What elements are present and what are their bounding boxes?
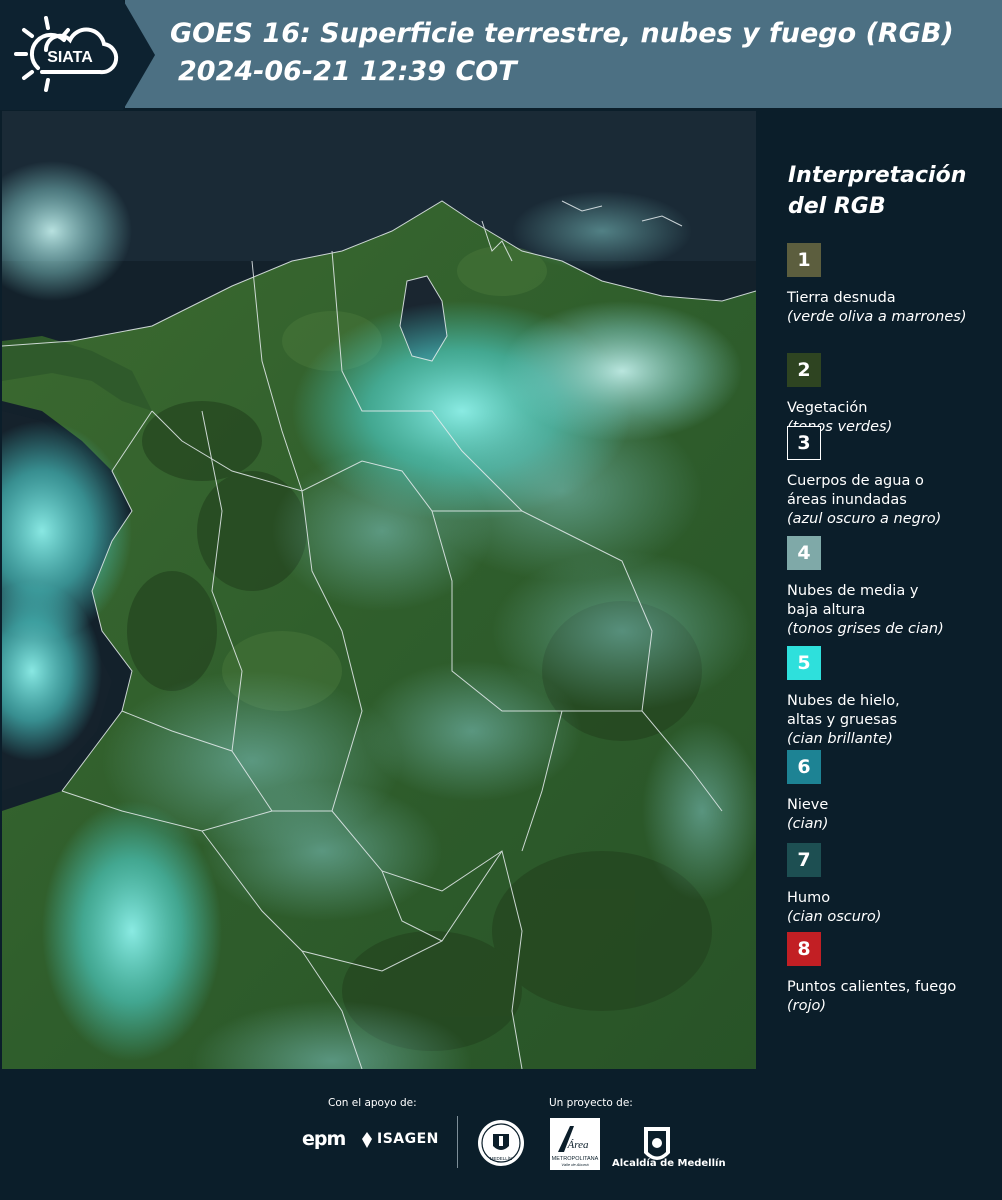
legend-swatch: 7 [787,843,821,877]
amva-logo-tagline: Valle de Aburrá [561,1162,589,1167]
legend-swatch: 4 [787,536,821,570]
legend-description: (cian) [787,816,829,832]
legend-label: Puntos calientes, fuego [787,979,957,995]
page-title: GOES 16: Superficie terrestre, nubes y f… [170,18,954,49]
legend-description: (verde oliva a marrones) [787,309,967,325]
legend-swatch: 1 [787,243,821,277]
legend-title: Interpretación del RGB [788,163,967,219]
siata-logo-text: SIATA [47,49,93,66]
footer-divider [457,1116,458,1168]
legend-swatch: 2 [787,353,821,387]
legend-item-7: 7 Humo (cian oscuro) [787,843,1002,927]
legend-item-8: 8 Puntos calientes, fuego (rojo) [787,932,1002,1016]
legend-description: (cian brillante) [787,731,893,747]
support-caption: Con el apoyo de: [328,1097,417,1109]
legend-label: Humo [787,890,831,906]
satellite-rgb-composite-map-icon [2,111,756,1069]
legend-description: (azul oscuro a negro) [787,511,942,527]
legend-item-4: 4 Nubes de media y baja altura (tonos gris… [787,536,1002,639]
legend-item-2: 2 Vegetación (tonos verdes) [787,353,1002,437]
project-caption: Un proyecto de: [549,1097,633,1109]
legend-description: (cian oscuro) [787,909,882,925]
legend-label: Nubes de media y baja altura [787,583,919,618]
legend-swatch: 5 [787,646,821,680]
legend-swatch: 8 [787,932,821,966]
legend-label: Tierra desnuda [787,290,896,306]
medellin-seal-text: MEDELLÍN [490,1155,513,1161]
page-timestamp: 2024-06-21 12:39 COT [178,56,517,87]
isagen-mark-icon [362,1132,372,1148]
legend-item-6: 6 Nieve (cian) [787,750,1002,834]
header: SIATA GOES 16: Superficie terrestre, nub… [0,0,1002,110]
legend-label: Nieve [787,797,829,813]
medellin-seal-icon[interactable]: MEDELLÍN [476,1118,526,1168]
alcaldia-name[interactable]: Alcaldía de Medellín [612,1158,726,1169]
siata-logo-icon[interactable]: SIATA [8,10,128,100]
epm-logo[interactable]: epm [302,1128,346,1150]
amva-logo-icon[interactable]: Área METROPOLITANA Valle de Aburrá [550,1118,600,1170]
header-band [125,0,1002,108]
footer: Con el apoyo de: Un proyecto de: epm ISA… [0,1070,1002,1200]
isagen-logo[interactable]: ISAGEN [377,1131,439,1147]
legend-swatch: 6 [787,750,821,784]
legend-item-1: 1 Tierra desnuda (verde oliva a marrones) [787,243,1002,327]
legend-item-5: 5 Nubes de hielo, altas y gruesas (cian br… [787,646,1002,749]
legend-swatch: 3 [787,426,821,460]
legend-description: (tonos grises de cian) [787,621,944,637]
satellite-map[interactable] [2,111,756,1069]
legend-label: Vegetación [787,400,868,416]
legend-panel: Interpretación del RGB 1 Tierra desnuda (v… [760,110,1002,1070]
amva-logo-text: Área [567,1139,589,1151]
legend-label: Nubes de hielo, altas y gruesas [787,693,900,728]
legend-description: (rojo) [787,998,827,1014]
legend-item-3: 3 Cuerpos de agua o áreas inundadas (azul … [787,426,1002,529]
legend-label: Cuerpos de agua o áreas inundadas [787,473,924,508]
